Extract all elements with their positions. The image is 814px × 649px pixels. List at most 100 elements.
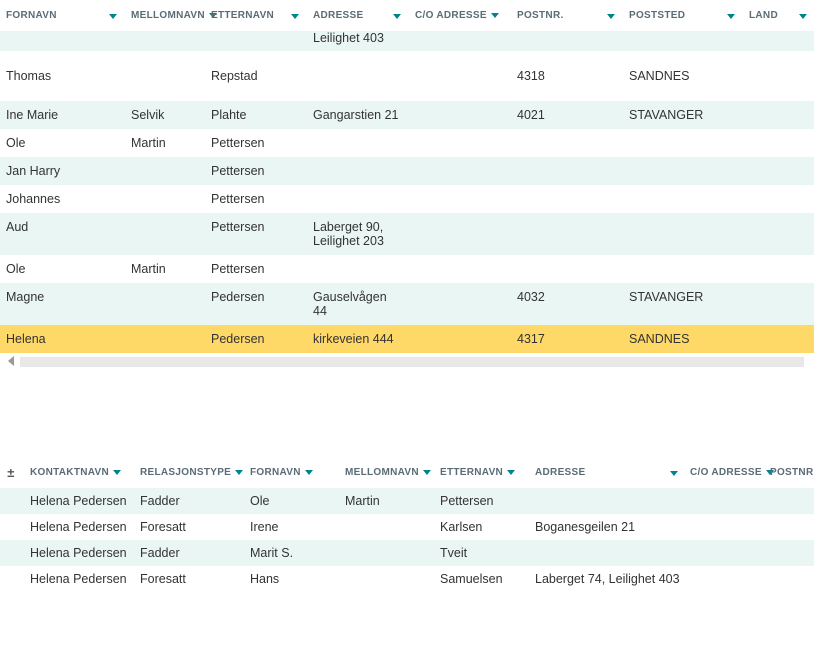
- cell-adresse: [531, 540, 686, 566]
- table-row[interactable]: Ine MarieSelvikPlahteGangarstien 214021S…: [0, 101, 814, 129]
- cell-poststed: STAVANGER: [623, 101, 743, 129]
- col-header-postnr[interactable]: Postnr.: [511, 0, 623, 31]
- table-row[interactable]: AudPettersenLaberget 90, Leilighet 203: [0, 213, 814, 255]
- cell-postnr: [511, 213, 623, 255]
- chevron-down-icon: [607, 14, 615, 19]
- cell-coadresse: [686, 488, 766, 514]
- cell-kontaktnavn: Helena Pedersen: [26, 566, 136, 592]
- cell-mellomnavn: Martin: [125, 255, 205, 283]
- cell-relasjonstype: Foresatt: [136, 514, 246, 540]
- scroll-left-icon[interactable]: [8, 356, 14, 366]
- expand-cell[interactable]: [0, 514, 26, 540]
- table-row[interactable]: Helena PedersenFadderMarit S.Tveit: [0, 540, 814, 566]
- spacer: [0, 367, 814, 457]
- main-table-header: Fornavn Mellomnavn Etternavn Adresse C/O…: [0, 0, 814, 31]
- table-row[interactable]: OleMartinPettersen: [0, 129, 814, 157]
- cell-etternavn: Pettersen: [205, 213, 307, 255]
- cell-etternavn: Pettersen: [436, 488, 531, 514]
- col-header-adresse2[interactable]: Adresse: [531, 457, 686, 488]
- cell-postnr: [766, 488, 814, 514]
- cell-coadresse: [686, 514, 766, 540]
- cell-mellomnavn: [125, 325, 205, 353]
- col-label: Postnr.: [517, 10, 564, 21]
- cell-mellomnavn: Martin: [125, 129, 205, 157]
- table-row[interactable]: JohannesPettersen: [0, 185, 814, 213]
- col-header-coadresse[interactable]: C/O Adresse: [409, 0, 511, 31]
- cell-poststed: SANDNES: [623, 51, 743, 101]
- col-header-coadresse2[interactable]: C/O Adresse: [686, 457, 766, 488]
- cell-mellomnavn: [341, 566, 436, 592]
- table-row[interactable]: Leilighet 403: [0, 31, 814, 51]
- cell-relasjonstype: Fadder: [136, 488, 246, 514]
- col-header-mellomnavn2[interactable]: Mellomnavn: [341, 457, 436, 488]
- col-header-poststed[interactable]: Poststed: [623, 0, 743, 31]
- cell-mellomnavn: [341, 514, 436, 540]
- cell-adresse: Laberget 74, Leilighet 403: [531, 566, 686, 592]
- cell-coadresse: [409, 129, 511, 157]
- col-label: C/O Adresse: [415, 10, 487, 21]
- col-label: Fornavn: [6, 10, 57, 21]
- cell-etternavn: Pettersen: [205, 129, 307, 157]
- col-label: Adresse: [535, 467, 585, 478]
- col-header-relasjonstype[interactable]: Relasjonstype: [136, 457, 246, 488]
- cell-etternavn: Pettersen: [205, 185, 307, 213]
- cell-mellomnavn: [125, 185, 205, 213]
- col-header-postnr2[interactable]: Postnr.: [766, 457, 814, 488]
- horizontal-scrollbar[interactable]: [20, 357, 804, 367]
- col-header-kontaktnavn[interactable]: Kontaktnavn: [26, 457, 136, 488]
- cell-adresse: [531, 488, 686, 514]
- col-header-etternavn2[interactable]: Etternavn: [436, 457, 531, 488]
- cell-postnr: 4317: [511, 325, 623, 353]
- col-header-land[interactable]: Land: [743, 0, 814, 31]
- cell-coadresse: [409, 51, 511, 101]
- secondary-table-body: Helena PedersenFadderOleMartinPettersenH…: [0, 488, 814, 592]
- cell-coadresse: [686, 566, 766, 592]
- cell-etternavn: Pedersen: [205, 283, 307, 325]
- table-row[interactable]: Helena PedersenFadderOleMartinPettersen: [0, 488, 814, 514]
- cell-postnr: [511, 129, 623, 157]
- col-header-fornavn[interactable]: Fornavn: [0, 0, 125, 31]
- cell-fornavn: Helena: [0, 325, 125, 353]
- expand-cell[interactable]: [0, 566, 26, 592]
- cell-fornavn: Jan Harry: [0, 157, 125, 185]
- col-header-fornavn2[interactable]: Fornavn: [246, 457, 341, 488]
- cell-postnr: [766, 514, 814, 540]
- cell-adresse: [307, 255, 409, 283]
- table-row[interactable]: ThomasRepstad4318SANDNES: [0, 51, 814, 101]
- chevron-down-icon: [393, 14, 401, 19]
- cell-fornavn: [0, 31, 125, 51]
- col-label: Poststed: [629, 10, 685, 21]
- expand-collapse-icon: ±: [4, 465, 18, 480]
- cell-etternavn: Samuelsen: [436, 566, 531, 592]
- col-header-adresse[interactable]: Adresse: [307, 0, 409, 31]
- cell-mellomnavn: [125, 157, 205, 185]
- col-label: Postnr.: [770, 467, 814, 478]
- col-label: Etternavn: [211, 10, 274, 21]
- table-row[interactable]: HelenaPedersenkirkeveien 4444317SANDNES: [0, 325, 814, 353]
- cell-mellomnavn: [125, 51, 205, 101]
- cell-coadresse: [409, 325, 511, 353]
- main-table-body: Leilighet 403ThomasRepstad4318SANDNESIne…: [0, 31, 814, 353]
- cell-coadresse: [409, 255, 511, 283]
- cell-postnr: 4032: [511, 283, 623, 325]
- cell-fornavn: Hans: [246, 566, 341, 592]
- cell-adresse: [307, 185, 409, 213]
- cell-land: [743, 325, 814, 353]
- expand-cell[interactable]: [0, 540, 26, 566]
- cell-adresse: kirkeveien 444: [307, 325, 409, 353]
- cell-coadresse: [686, 540, 766, 566]
- table-row[interactable]: MagnePedersenGauselvågen 444032STAVANGER: [0, 283, 814, 325]
- cell-land: [743, 185, 814, 213]
- col-header-etternavn[interactable]: Etternavn: [205, 0, 307, 31]
- table-row[interactable]: Helena PedersenForesattHansSamuelsenLabe…: [0, 566, 814, 592]
- col-header-mellomnavn[interactable]: Mellomnavn: [125, 0, 205, 31]
- table-row[interactable]: Jan HarryPettersen: [0, 157, 814, 185]
- cell-postnr: [766, 540, 814, 566]
- cell-adresse: Gauselvågen 44: [307, 283, 409, 325]
- chevron-down-icon: [291, 14, 299, 19]
- table-row[interactable]: Helena PedersenForesattIreneKarlsenBogan…: [0, 514, 814, 540]
- col-header-expand[interactable]: ±: [0, 457, 26, 488]
- table-row[interactable]: OleMartinPettersen: [0, 255, 814, 283]
- expand-cell[interactable]: [0, 488, 26, 514]
- cell-mellomnavn: [125, 213, 205, 255]
